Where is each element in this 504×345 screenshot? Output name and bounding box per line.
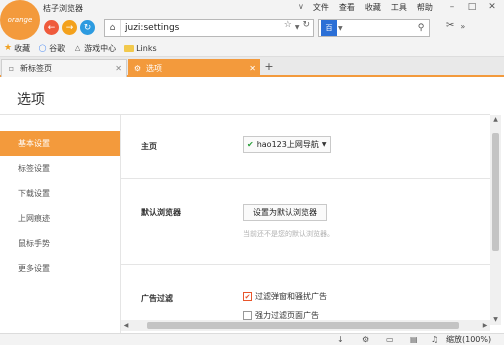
bookmark-game-center[interactable]: △ 游戏中心 [73, 43, 116, 54]
settings-content: 主页 ✔ hao123上网导航 ▼ 默认浏览器 设置为默认浏览器 当前还不是您的… [120, 115, 491, 333]
refresh-icon: ↻ [83, 22, 92, 33]
close-window-button[interactable]: ✕ [482, 0, 502, 14]
home-icon[interactable]: ⌂ [105, 20, 121, 36]
scroll-down-icon[interactable]: ▼ [490, 315, 501, 325]
scroll-up-icon[interactable]: ▲ [490, 115, 501, 125]
gamepad-icon: △ [74, 44, 81, 52]
bookmark-google[interactable]: ◯ 谷歌 [38, 43, 65, 54]
menu-help[interactable]: 帮助 [412, 2, 438, 13]
chevron-down-icon[interactable]: ∨ [294, 2, 308, 13]
sidebar-item-tabs[interactable]: 标签设置 [0, 156, 120, 181]
reload-icon[interactable]: ↻ [302, 20, 310, 36]
menu-tools[interactable]: 工具 [386, 2, 412, 13]
google-icon: ◯ [38, 44, 47, 52]
arrow-right-icon: → [65, 22, 74, 33]
menu-file[interactable]: 文件 [308, 2, 334, 13]
sidebar-item-basic[interactable]: 基本设置 [0, 131, 120, 156]
search-bar[interactable]: 百 ▼ ⚲ [318, 19, 430, 37]
address-bar[interactable]: ⌂ juzi:settings ☆ ▼ ↻ [104, 19, 314, 37]
window-controls: – □ ✕ [442, 0, 502, 14]
arrow-left-icon: ← [47, 22, 56, 33]
section-default-browser: 默认浏览器 设置为默认浏览器 当前还不是您的默认浏览器。 [121, 179, 491, 265]
back-button[interactable]: ← [44, 20, 59, 35]
search-icon[interactable]: ⚲ [413, 23, 429, 33]
bookmark-favorites[interactable]: ★ 收藏 [4, 43, 30, 54]
star-icon[interactable]: ☆ [284, 20, 292, 36]
folder-icon [124, 44, 135, 52]
sidebar-item-download[interactable]: 下载设置 [0, 181, 120, 206]
hao123-icon: ✔ [247, 140, 254, 149]
settings-page: 选项 基本设置 标签设置 下载设置 上网痕迹 鼠标手势 更多设置 主页 ✔ ha… [0, 79, 504, 333]
zoom-level[interactable]: 缩放(100%) [446, 334, 491, 345]
app-title: 桔子浏览器 [43, 4, 83, 13]
default-browser-hint: 当前还不是您的默认浏览器。 [243, 230, 334, 238]
url-text[interactable]: juzi:settings [121, 23, 284, 33]
gear-icon: ⚙ [133, 63, 142, 73]
page-title: 选项 [17, 92, 45, 108]
star-icon: ★ [4, 43, 13, 53]
default-browser-label: 默认浏览器 [141, 208, 181, 217]
checkbox-unchecked[interactable] [243, 311, 252, 320]
new-tab-button[interactable]: + [262, 60, 276, 74]
horizontal-scrollbar[interactable]: ◀ ▶ [121, 320, 490, 331]
title-bar: orange 桔子浏览器 ← → ↻ ∨ 文件 查看 收藏 工具 帮助 – □ … [0, 0, 504, 40]
bookmark-links[interactable]: Links [124, 44, 157, 53]
speaker-icon[interactable]: ♫ [431, 334, 438, 345]
page-icon: ▫ [8, 64, 15, 73]
menu-view[interactable]: 查看 [334, 2, 360, 13]
tab-new-tab[interactable]: ▫ 新标签页 ✕ [1, 59, 127, 77]
close-icon[interactable]: ✕ [115, 64, 122, 73]
settings-sidebar: 基本设置 标签设置 下载设置 上网痕迹 鼠标手势 更多设置 [0, 131, 120, 281]
scroll-thumb-horizontal[interactable] [147, 322, 459, 329]
ad-filter-label: 广告过滤 [141, 294, 173, 303]
scroll-left-icon[interactable]: ◀ [121, 320, 131, 331]
forward-button[interactable]: → [62, 20, 77, 35]
dropdown-icon[interactable]: ▼ [295, 20, 300, 36]
tab-options[interactable]: ⚙ 选项 ✕ [128, 59, 260, 77]
ad-filter-option-popup[interactable]: ✔ 过滤弹窗和骚扰广告 [243, 291, 327, 302]
browser-logo: orange [0, 0, 40, 40]
sidebar-item-more[interactable]: 更多设置 [0, 256, 120, 281]
menu-favorites[interactable]: 收藏 [360, 2, 386, 13]
home-page-select[interactable]: ✔ hao123上网导航 ▼ [243, 136, 331, 153]
sidebar-item-history[interactable]: 上网痕迹 [0, 206, 120, 231]
scissors-icon[interactable]: ✂ [446, 20, 454, 31]
bookmarks-bar: ★ 收藏 ◯ 谷歌 △ 游戏中心 Links [0, 40, 504, 57]
chevron-down-icon: ▼ [321, 141, 327, 148]
baidu-icon[interactable]: 百 [321, 20, 337, 36]
status-bar: ↓ ⚙ ▭ ▤ ♫ 缩放(100%) [0, 333, 504, 345]
gear-icon[interactable]: ⚙ [362, 334, 369, 345]
chevron-down-icon[interactable]: ▼ [338, 25, 343, 32]
scroll-right-icon[interactable]: ▶ [480, 320, 490, 331]
download-icon[interactable]: ↓ [337, 334, 344, 345]
screen-icon[interactable]: ▤ [410, 334, 418, 345]
set-default-browser-button[interactable]: 设置为默认浏览器 [243, 204, 327, 221]
checkbox-checked[interactable]: ✔ [243, 292, 252, 301]
vertical-scrollbar[interactable]: ▲ ▼ [490, 115, 501, 325]
home-label: 主页 [141, 142, 157, 151]
tab-strip: ▫ 新标签页 ✕ ⚙ 选项 ✕ + [0, 57, 504, 77]
scroll-thumb[interactable] [492, 133, 499, 251]
maximize-button[interactable]: □ [462, 0, 482, 14]
toolbar-right: ✂ » [446, 20, 465, 31]
sidebar-item-mouse-gestures[interactable]: 鼠标手势 [0, 231, 120, 256]
section-home: 主页 ✔ hao123上网导航 ▼ [121, 115, 491, 179]
minimize-button[interactable]: – [442, 0, 462, 14]
menu-bar: ∨ 文件 查看 收藏 工具 帮助 [294, 2, 438, 13]
more-icon[interactable]: » [460, 22, 465, 31]
refresh-button[interactable]: ↻ [80, 20, 95, 35]
close-icon[interactable]: ✕ [249, 64, 256, 73]
window-icon[interactable]: ▭ [386, 334, 394, 345]
